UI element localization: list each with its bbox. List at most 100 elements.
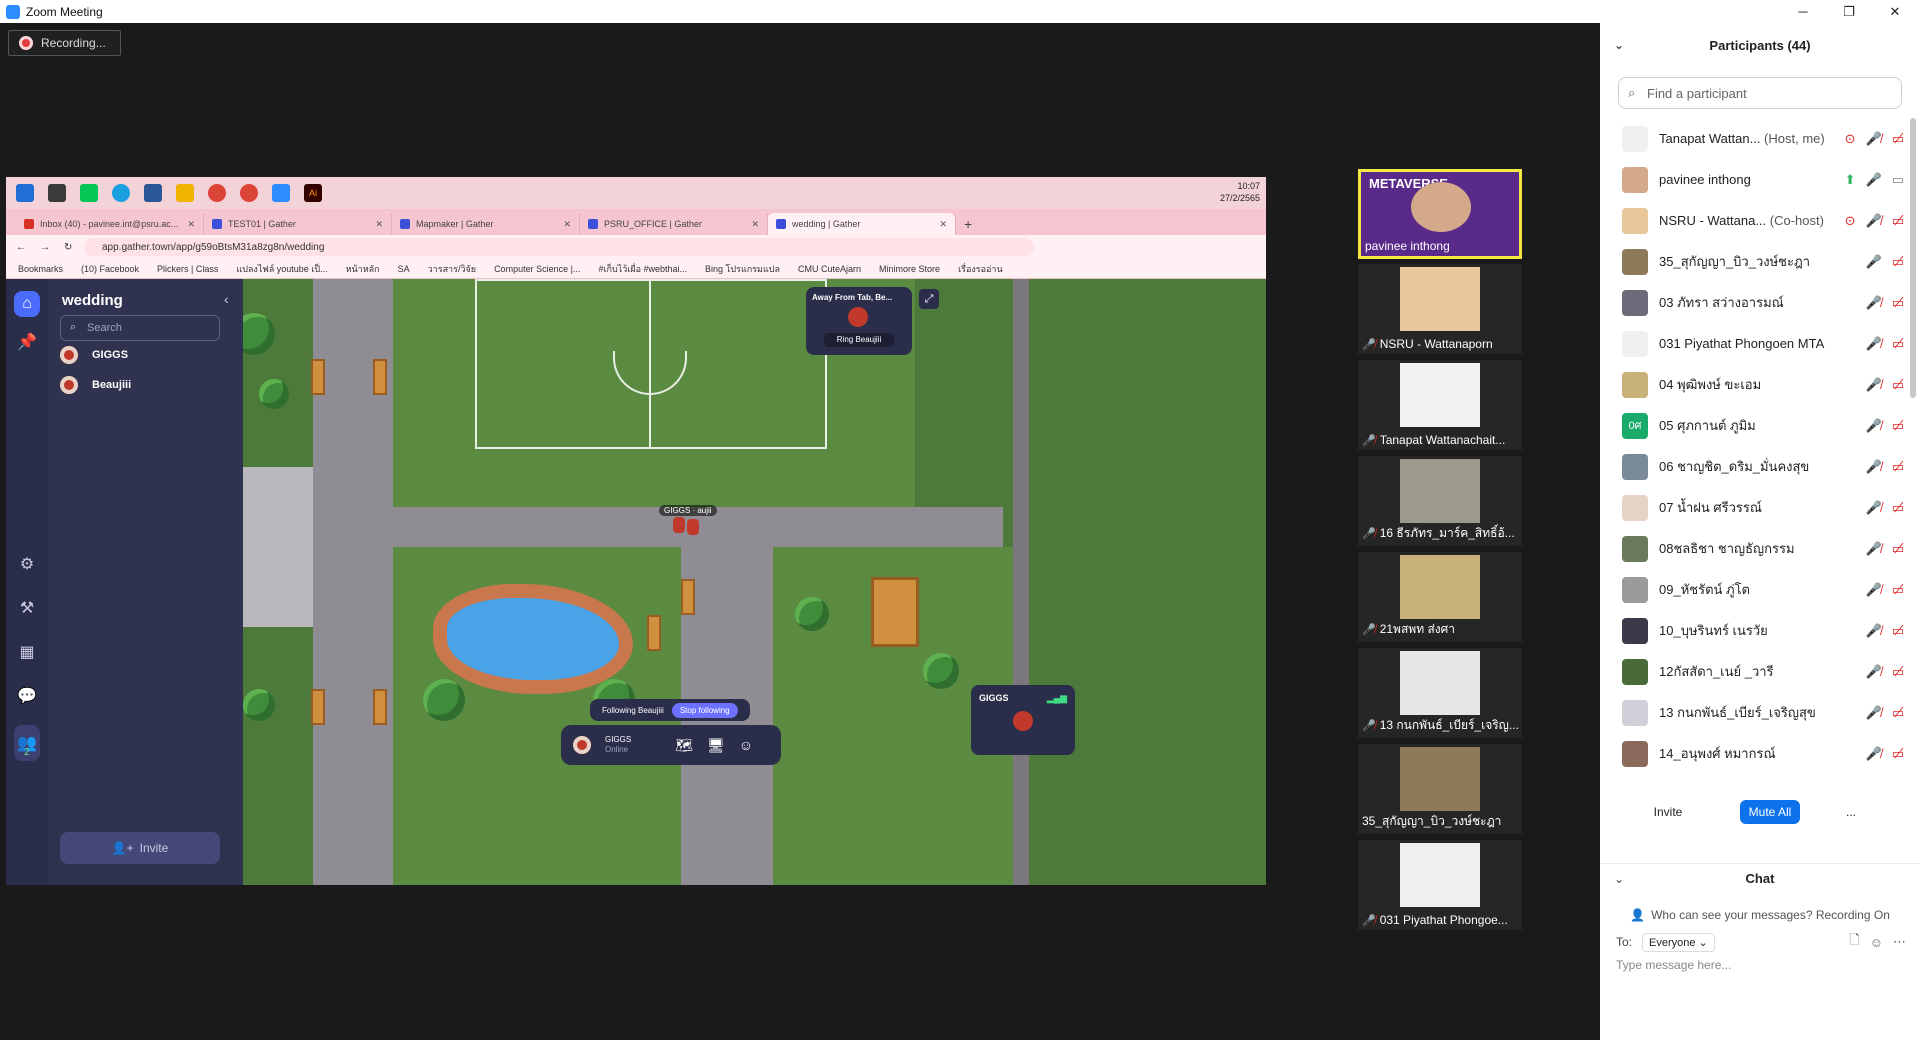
participant-row[interactable]: 10_บุษรินทร์ เนรวัย 🎤̸ ▭̸ xyxy=(1600,610,1910,651)
expand-icon[interactable]: ⤢ xyxy=(919,289,939,309)
browser-tab[interactable]: Inbox (40) - pavinee.int@psru.ac... ✕ xyxy=(16,213,204,235)
participant-row[interactable]: 09_หัชรัตน์ ภู่โต 🎤̸ ▭̸ xyxy=(1600,569,1910,610)
browser-tab[interactable]: Mapmaker | Gather ✕ xyxy=(392,213,580,235)
tab-close-icon[interactable]: ✕ xyxy=(939,219,947,230)
chevron-down-icon[interactable]: ⌄ xyxy=(1614,38,1624,52)
mic-muted-icon[interactable]: 🎤̸ xyxy=(1866,500,1882,516)
bookmark-item[interactable]: Plickers | Class xyxy=(157,264,218,274)
mic-muted-icon[interactable]: 🎤̸ xyxy=(1866,459,1882,475)
mic-muted-icon[interactable]: 🎤̸ xyxy=(1866,746,1882,762)
participant-row[interactable]: 13 กนกพันธ์_เบียร์_เจริญสุข 🎤̸ ▭̸ xyxy=(1600,692,1910,733)
video-off-icon[interactable]: ▭̸ xyxy=(1892,541,1904,557)
bookmark-item[interactable]: Computer Science |... xyxy=(494,264,580,274)
restore-button[interactable]: ❐ xyxy=(1826,0,1872,23)
close-button[interactable]: ✕ xyxy=(1872,0,1918,23)
back-icon[interactable]: ← xyxy=(16,242,26,253)
mic-muted-icon[interactable]: 🎤̸ xyxy=(1866,582,1882,598)
hammer-icon[interactable]: ⚒ xyxy=(14,595,40,621)
screen-share-icon[interactable]: 🖥 xyxy=(707,737,725,754)
mic-muted-icon[interactable]: 🎤̸ xyxy=(1866,705,1882,721)
recording-indicator[interactable]: Recording... xyxy=(8,30,121,56)
bookmark-item[interactable]: หน้าหลัก xyxy=(346,262,380,276)
participant-row[interactable]: NSRU - Wattana... (Co-host) ⊙ 🎤̸ ▭̸ xyxy=(1600,200,1910,241)
emoji-icon[interactable]: ☺ xyxy=(1870,935,1883,950)
chat-message-input[interactable]: Type message here... xyxy=(1616,958,1731,972)
more-icon[interactable]: ⋯ xyxy=(1893,934,1906,950)
participant-scrollbar[interactable] xyxy=(1910,118,1916,398)
bookmark-item[interactable]: Bing โปรแกรมแปล xyxy=(705,262,780,276)
ring-button[interactable]: Ring Beaujiii xyxy=(824,333,894,347)
new-tab-button[interactable]: + xyxy=(956,213,986,235)
video-off-icon[interactable]: ▭̸ xyxy=(1892,705,1904,721)
mic-muted-icon[interactable]: 🎤̸ xyxy=(1866,213,1882,229)
mic-muted-icon[interactable]: 🎤̸ xyxy=(1866,418,1882,434)
video-tile[interactable]: 🎤̸ NSRU - Wattanaporn xyxy=(1358,264,1522,354)
recipient-select[interactable]: Everyone ⌄ xyxy=(1642,932,1715,952)
participant-row[interactable]: 14_อนุพงศ์ หมากรณ์ 🎤̸ ▭̸ xyxy=(1600,733,1910,774)
tab-close-icon[interactable]: ✕ xyxy=(187,219,195,230)
browser-tab[interactable]: PSRU_OFFICE | Gather ✕ xyxy=(580,213,768,235)
browser-tab-active[interactable]: wedding | Gather ✕ xyxy=(768,213,956,235)
user-list-item[interactable]: Beaujiii xyxy=(60,376,131,394)
video-tile[interactable]: 🎤̸ 21พสพท ส่งศา xyxy=(1358,552,1522,642)
bookmark-item[interactable]: วารสาร/วิจัย xyxy=(428,262,476,276)
video-tile[interactable]: 🎤̸ 031 Piyathat Phongoe... xyxy=(1358,840,1522,930)
participant-row[interactable]: pavinee inthong ⬆ 🎤 ▭ xyxy=(1600,159,1910,200)
gather-invite-button[interactable]: 👤+ Invite xyxy=(60,832,220,864)
video-tile[interactable]: 35_สุกัญญา_บิว_วงษ์ชะฎา xyxy=(1358,744,1522,834)
participant-row[interactable]: 031 Piyathat Phongoen MTA 🎤̸ ▭̸ xyxy=(1600,323,1910,364)
tab-close-icon[interactable]: ✕ xyxy=(375,219,383,230)
video-off-icon[interactable]: ▭̸ xyxy=(1892,418,1904,434)
home-icon[interactable]: ⌂ xyxy=(14,291,40,317)
url-field[interactable]: app.gather.town/app/g59oBtsM31a8zg8n/wed… xyxy=(84,238,1034,256)
participant-row[interactable]: 03 ภัทรา สว่างอารมณ์ 🎤̸ ▭̸ xyxy=(1600,282,1910,323)
collapse-chevron-icon[interactable]: ‹ xyxy=(224,291,229,307)
participant-row[interactable]: 06 ชาญชิต_ดริม_มั่นคงสุข 🎤̸ ▭̸ xyxy=(1600,446,1910,487)
video-off-icon[interactable]: ▭̸ xyxy=(1892,131,1904,147)
video-off-icon[interactable]: ▭̸ xyxy=(1892,582,1904,598)
mic-muted-icon[interactable]: 🎤̸ xyxy=(1866,664,1882,680)
bookmark-item[interactable]: #เก็บไว้เผื่อ #webthai... xyxy=(598,262,687,276)
video-tile[interactable]: 🎤̸ 13 กนกพันธ์_เบียร์_เจริญ... xyxy=(1358,648,1522,738)
gear-icon[interactable]: ⚙ xyxy=(14,551,40,577)
calendar-icon[interactable]: ▦ xyxy=(14,639,40,665)
participant-row[interactable]: 35_สุกัญญา_บิว_วงษ์ชะฎา 🎤 ▭̸ xyxy=(1600,241,1910,282)
stop-following-button[interactable]: Stop following xyxy=(671,702,738,718)
tab-close-icon[interactable]: ✕ xyxy=(563,219,571,230)
video-off-icon[interactable]: ▭̸ xyxy=(1892,213,1904,229)
mute-all-button[interactable]: Mute All xyxy=(1740,800,1800,824)
participant-row[interactable]: 07 น้ำฝน ศรีวรรณ์ 🎤̸ ▭̸ xyxy=(1600,487,1910,528)
bookmark-item[interactable]: Minimore Store xyxy=(879,264,940,274)
video-on-icon[interactable]: ▭ xyxy=(1892,172,1904,188)
gather-map[interactable]: GIGGS · aujii Away From Tab, Be... Ring … xyxy=(243,279,1266,885)
mic-muted-icon[interactable]: 🎤̸ xyxy=(1866,295,1882,311)
chat-bubble-icon[interactable]: 💬 xyxy=(14,683,40,709)
player-avatar[interactable] xyxy=(673,517,685,533)
video-off-icon[interactable]: ▭̸ xyxy=(1892,664,1904,680)
mic-muted-icon[interactable]: 🎤̸ xyxy=(1866,541,1882,557)
video-off-icon[interactable]: ▭̸ xyxy=(1892,377,1904,393)
bookmark-item[interactable]: Bookmarks xyxy=(18,264,63,274)
mic-muted-icon[interactable]: 🎤̸ xyxy=(1866,336,1882,352)
video-off-icon[interactable]: ▭̸ xyxy=(1892,500,1904,516)
more-button[interactable]: ... xyxy=(1836,800,1866,824)
browser-tab[interactable]: TEST01 | Gather ✕ xyxy=(204,213,392,235)
file-icon[interactable]: 🗋 xyxy=(1849,931,1859,953)
minimize-button[interactable]: ─ xyxy=(1780,0,1826,23)
mic-on-icon[interactable]: 🎤 xyxy=(1866,254,1882,270)
video-off-icon[interactable]: ▭̸ xyxy=(1892,746,1904,762)
bookmark-item[interactable]: (10) Facebook xyxy=(81,264,139,274)
video-off-icon[interactable]: ▭̸ xyxy=(1892,254,1904,270)
video-off-icon[interactable]: ▭̸ xyxy=(1892,623,1904,639)
pin-icon[interactable]: 📌 xyxy=(14,329,40,355)
participant-row[interactable]: Tanapat Wattan... (Host, me) ⊙ 🎤̸ ▭̸ xyxy=(1600,118,1910,159)
user-list-item[interactable]: GIGGS xyxy=(60,346,128,364)
video-tile[interactable]: 🎤̸ 16 ธีรภัทร_มาร์ค_สิทธิ์อ้... xyxy=(1358,456,1522,546)
video-tile[interactable]: 🎤̸ Tanapat Wattanachait... xyxy=(1358,360,1522,450)
bookmark-item[interactable]: เรื่องรออ่าน xyxy=(958,262,1003,276)
participant-row[interactable]: 0ศ 05 ศุภกานต์ ภูมิม 🎤̸ ▭̸ xyxy=(1600,405,1910,446)
tab-close-icon[interactable]: ✕ xyxy=(751,219,759,230)
participant-row[interactable]: 04 พุฒิพงษ์ ขะเอม 🎤̸ ▭̸ xyxy=(1600,364,1910,405)
player-avatar[interactable] xyxy=(687,519,699,535)
chevron-down-icon[interactable]: ⌄ xyxy=(1614,872,1624,886)
